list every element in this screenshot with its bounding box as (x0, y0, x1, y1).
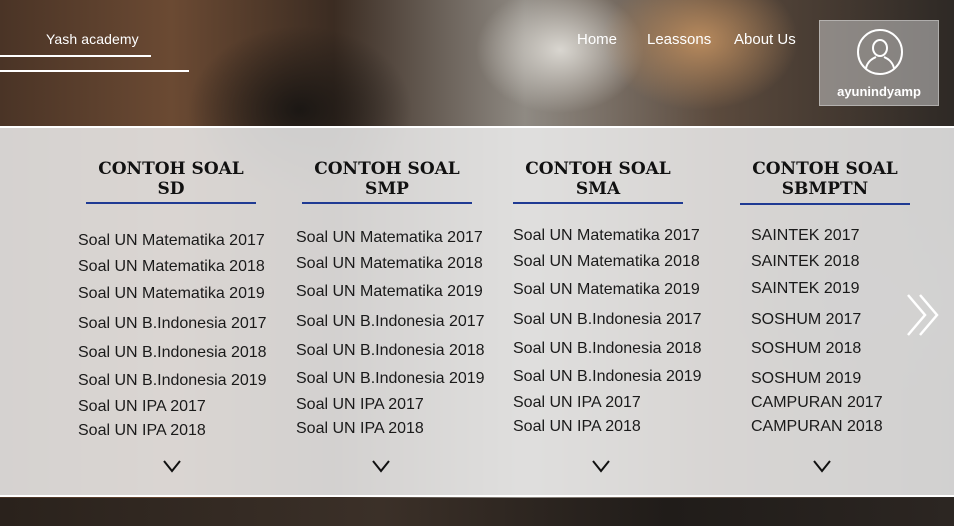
user-profile-button[interactable]: ayunindyamp (819, 20, 939, 106)
list-item[interactable]: Soal UN B.Indonesia 2017 (513, 311, 702, 329)
chevron-down-icon[interactable] (372, 459, 390, 478)
list-item[interactable]: SAINTEK 2017 (751, 227, 860, 245)
list-item[interactable]: Soal UN Matematika 2017 (513, 227, 700, 245)
double-chevron-right-icon[interactable] (905, 293, 943, 342)
list-item[interactable]: Soal UN B.Indonesia 2018 (78, 344, 267, 362)
list-item[interactable]: SOSHUM 2017 (751, 311, 861, 329)
list-item[interactable]: Soal UN IPA 2017 (296, 396, 424, 414)
list-item[interactable]: Soal UN B.Indonesia 2018 (296, 342, 485, 360)
list-item[interactable]: Soal UN IPA 2018 (513, 418, 641, 436)
brand-underline (0, 55, 151, 57)
list-item[interactable]: Soal UN Matematika 2019 (78, 285, 265, 303)
list-item[interactable]: SOSHUM 2019 (751, 370, 861, 388)
column-rule (86, 202, 256, 204)
chevron-down-icon[interactable] (592, 459, 610, 478)
list-item[interactable]: Soal UN Matematika 2017 (78, 232, 265, 250)
column-rule (740, 203, 910, 205)
list-item[interactable]: Soal UN IPA 2017 (78, 398, 206, 416)
list-item[interactable]: Soal UN B.Indonesia 2017 (78, 315, 267, 333)
user-outline-icon (856, 28, 904, 81)
column-title-smp: CONTOH SOAL SMP (314, 159, 460, 199)
column-title-sma: CONTOH SOAL SMA (525, 159, 671, 199)
list-item[interactable]: Soal UN B.Indonesia 2019 (296, 370, 485, 388)
nav-about-us[interactable]: About Us (734, 31, 796, 48)
list-item[interactable]: Soal UN Matematika 2019 (513, 281, 700, 299)
brand-name[interactable]: Yash academy (46, 31, 139, 47)
list-item[interactable]: Soal UN B.Indonesia 2018 (513, 340, 702, 358)
list-item[interactable]: Soal UN Matematika 2019 (296, 283, 483, 301)
list-item[interactable]: Soal UN Matematika 2018 (78, 258, 265, 276)
list-item[interactable]: SAINTEK 2019 (751, 280, 860, 298)
nav-home[interactable]: Home (577, 31, 617, 48)
column-rule (302, 202, 472, 204)
list-item[interactable]: CAMPURAN 2018 (751, 418, 883, 436)
background-photo-bottom (0, 498, 954, 526)
list-item[interactable]: Soal UN B.Indonesia 2019 (78, 372, 267, 390)
column-title-sbmptn: CONTOH SOAL SBMPTN (752, 159, 898, 199)
list-item[interactable]: Soal UN IPA 2018 (78, 422, 206, 440)
list-item[interactable]: Soal UN IPA 2018 (296, 420, 424, 438)
list-item[interactable]: Soal UN B.Indonesia 2017 (296, 313, 485, 331)
nav-lessons[interactable]: Leassons (647, 31, 711, 48)
list-item[interactable]: CAMPURAN 2017 (751, 394, 883, 412)
list-item[interactable]: Soal UN Matematika 2018 (296, 255, 483, 273)
list-item[interactable]: Soal UN Matematika 2017 (296, 229, 483, 247)
list-item[interactable]: SOSHUM 2018 (751, 340, 861, 358)
column-title-sd: CONTOH SOAL SD (98, 159, 244, 199)
username-label: ayunindyamp (837, 84, 921, 99)
chevron-down-icon[interactable] (163, 459, 181, 478)
column-rule (513, 202, 683, 204)
soal-panel: CONTOH SOAL SD Soal UN Matematika 2017 S… (0, 126, 954, 497)
list-item[interactable]: SAINTEK 2018 (751, 253, 860, 271)
list-item[interactable]: Soal UN Matematika 2018 (513, 253, 700, 271)
brand-underline-long (0, 70, 189, 72)
list-item[interactable]: Soal UN IPA 2017 (513, 394, 641, 412)
list-item[interactable]: Soal UN B.Indonesia 2019 (513, 368, 702, 386)
chevron-down-icon[interactable] (813, 459, 831, 478)
